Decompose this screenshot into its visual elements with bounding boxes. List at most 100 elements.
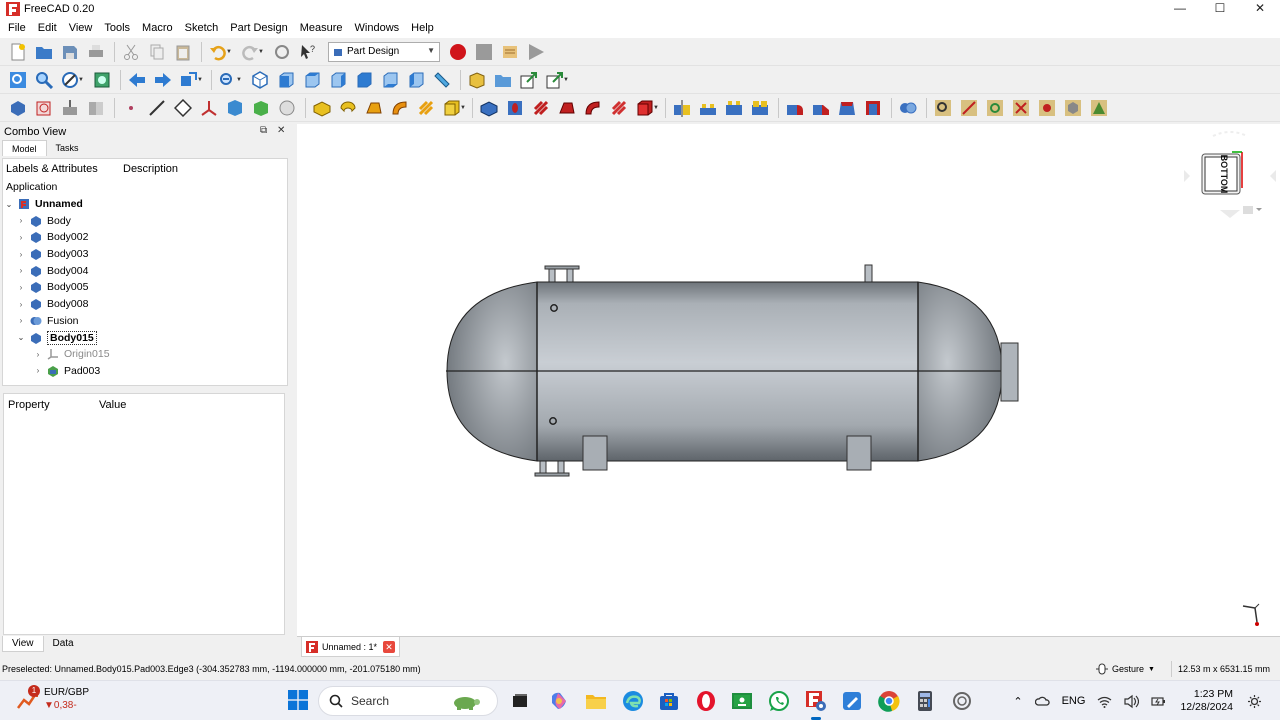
measure-clear-button[interactable]: [1009, 96, 1033, 120]
language-indicator[interactable]: ENG: [1062, 695, 1086, 707]
measure-refresh-button[interactable]: [983, 96, 1007, 120]
battery-icon[interactable]: [1151, 694, 1166, 709]
app-circle-button[interactable]: [950, 689, 974, 713]
subtractive-pipe-button[interactable]: [581, 96, 605, 120]
chevron-down-icon[interactable]: ⌄: [3, 200, 15, 209]
tree-item-body003[interactable]: › Body003: [3, 246, 287, 263]
tree-item-body005[interactable]: › Body005: [3, 279, 287, 296]
tree-item-body004[interactable]: › Body004: [3, 262, 287, 279]
create-sketch-button[interactable]: [32, 96, 56, 120]
volume-icon[interactable]: [1124, 694, 1140, 709]
macro-record-button[interactable]: [446, 40, 470, 64]
revolution-button[interactable]: [336, 96, 360, 120]
measure-toggle-3d-button[interactable]: [1061, 96, 1085, 120]
fillet-button[interactable]: [783, 96, 807, 120]
chevron-right-icon[interactable]: ›: [15, 300, 27, 309]
wifi-icon[interactable]: [1097, 694, 1112, 709]
tree-item-body002[interactable]: › Body002: [3, 229, 287, 246]
rear-view-button[interactable]: [352, 68, 376, 92]
sub-shape-binder-button[interactable]: [249, 96, 273, 120]
multi-transform-button[interactable]: [748, 96, 772, 120]
sync-view-button[interactable]: ▼: [177, 68, 203, 92]
measure-linear-button[interactable]: [931, 96, 955, 120]
task-view-button[interactable]: [508, 689, 532, 713]
clone-button[interactable]: [223, 96, 247, 120]
tree-item-body[interactable]: › Body: [3, 212, 287, 229]
chamfer-button[interactable]: [809, 96, 833, 120]
datum-plane-button[interactable]: [171, 96, 195, 120]
shape-binder-button[interactable]: [84, 96, 108, 120]
forward-view-button[interactable]: [151, 68, 175, 92]
top-view-button[interactable]: [300, 68, 324, 92]
calculator-button[interactable]: [913, 689, 937, 713]
additive-loft-button[interactable]: [362, 96, 386, 120]
copy-button[interactable]: [145, 40, 169, 64]
refresh-button[interactable]: [270, 40, 294, 64]
draft-button[interactable]: [835, 96, 859, 120]
execute-macro-button[interactable]: [524, 40, 548, 64]
chrome-button[interactable]: [877, 689, 901, 713]
standard-views-button[interactable]: ▼: [216, 68, 242, 92]
boolean-button[interactable]: [896, 96, 920, 120]
navigation-style-selector[interactable]: Gesture ▼: [1095, 663, 1155, 675]
tree-item-body008[interactable]: › Body008: [3, 296, 287, 313]
pocket-button[interactable]: [477, 96, 501, 120]
tree-item-body015[interactable]: ⌄ Body015: [3, 329, 287, 346]
menu-edit[interactable]: Edit: [32, 18, 63, 38]
workbench-selector[interactable]: Part Design ▼: [328, 41, 440, 62]
subtractive-loft-button[interactable]: [555, 96, 579, 120]
left-view-button[interactable]: [404, 68, 428, 92]
tree-item-document[interactable]: ⌄ Unnamed: [3, 196, 287, 213]
pressure-vessel-model[interactable]: [297, 124, 1280, 636]
notification-settings-icon[interactable]: [1247, 694, 1262, 709]
chevron-right-icon[interactable]: ›: [15, 216, 27, 225]
isometric-view-button[interactable]: [248, 68, 272, 92]
tree-item-pad003[interactable]: › Pad003: [3, 363, 287, 380]
additive-helix-button[interactable]: [414, 96, 438, 120]
float-panel-icon[interactable]: ⧉: [260, 125, 267, 136]
fit-selection-button[interactable]: [32, 68, 56, 92]
cut-button[interactable]: [119, 40, 143, 64]
chevron-right-icon[interactable]: ›: [15, 266, 27, 275]
value-column-header[interactable]: Value: [99, 399, 126, 411]
datum-point-button[interactable]: [119, 96, 143, 120]
validate-sketch-button[interactable]: [58, 96, 82, 120]
show-hidden-icons[interactable]: ⌃: [1013, 695, 1022, 708]
chevron-right-icon[interactable]: ›: [15, 233, 27, 242]
hole-button[interactable]: [503, 96, 527, 120]
macro-stop-button[interactable]: [472, 40, 496, 64]
chevron-right-icon[interactable]: ›: [32, 366, 44, 375]
subtractive-helix-button[interactable]: [607, 96, 631, 120]
menu-file[interactable]: File: [2, 18, 32, 38]
datum-line-button[interactable]: [145, 96, 169, 120]
additive-primitive-button[interactable]: ▼: [440, 96, 466, 120]
right-view-button[interactable]: [326, 68, 350, 92]
linear-pattern-button[interactable]: [696, 96, 720, 120]
thickness-button[interactable]: [861, 96, 885, 120]
create-part-button[interactable]: [465, 68, 489, 92]
macros-button[interactable]: [498, 40, 522, 64]
whats-this-button[interactable]: ?: [296, 40, 320, 64]
save-button[interactable]: [58, 40, 82, 64]
measure-toggle-delta-button[interactable]: [1087, 96, 1111, 120]
freecad-taskbar-button[interactable]: [804, 689, 828, 720]
cloud-status-icon[interactable]: [1034, 694, 1050, 709]
menu-help[interactable]: Help: [405, 18, 440, 38]
chevron-right-icon[interactable]: ›: [15, 316, 27, 325]
windows-start-icon[interactable]: [288, 690, 308, 710]
opera-button[interactable]: [694, 689, 718, 713]
local-cs-button[interactable]: [197, 96, 221, 120]
paint-button[interactable]: [840, 689, 864, 713]
close-tab-icon[interactable]: ✕: [383, 640, 396, 653]
stock-widget[interactable]: 1 EUR/GBP ▼0,38-: [16, 685, 89, 712]
edge-button[interactable]: [621, 689, 645, 713]
menu-measure[interactable]: Measure: [294, 18, 349, 38]
close-panel-icon[interactable]: ✕: [277, 125, 285, 136]
close-button[interactable]: ✕: [1240, 0, 1280, 16]
menu-view[interactable]: View: [63, 18, 99, 38]
document-tab[interactable]: Unnamed : 1* ✕: [301, 637, 401, 657]
measure-toggle-all-button[interactable]: [1035, 96, 1059, 120]
taskbar-search[interactable]: Search: [318, 686, 498, 716]
create-link-button[interactable]: [517, 68, 541, 92]
description-header[interactable]: Description: [120, 163, 178, 175]
